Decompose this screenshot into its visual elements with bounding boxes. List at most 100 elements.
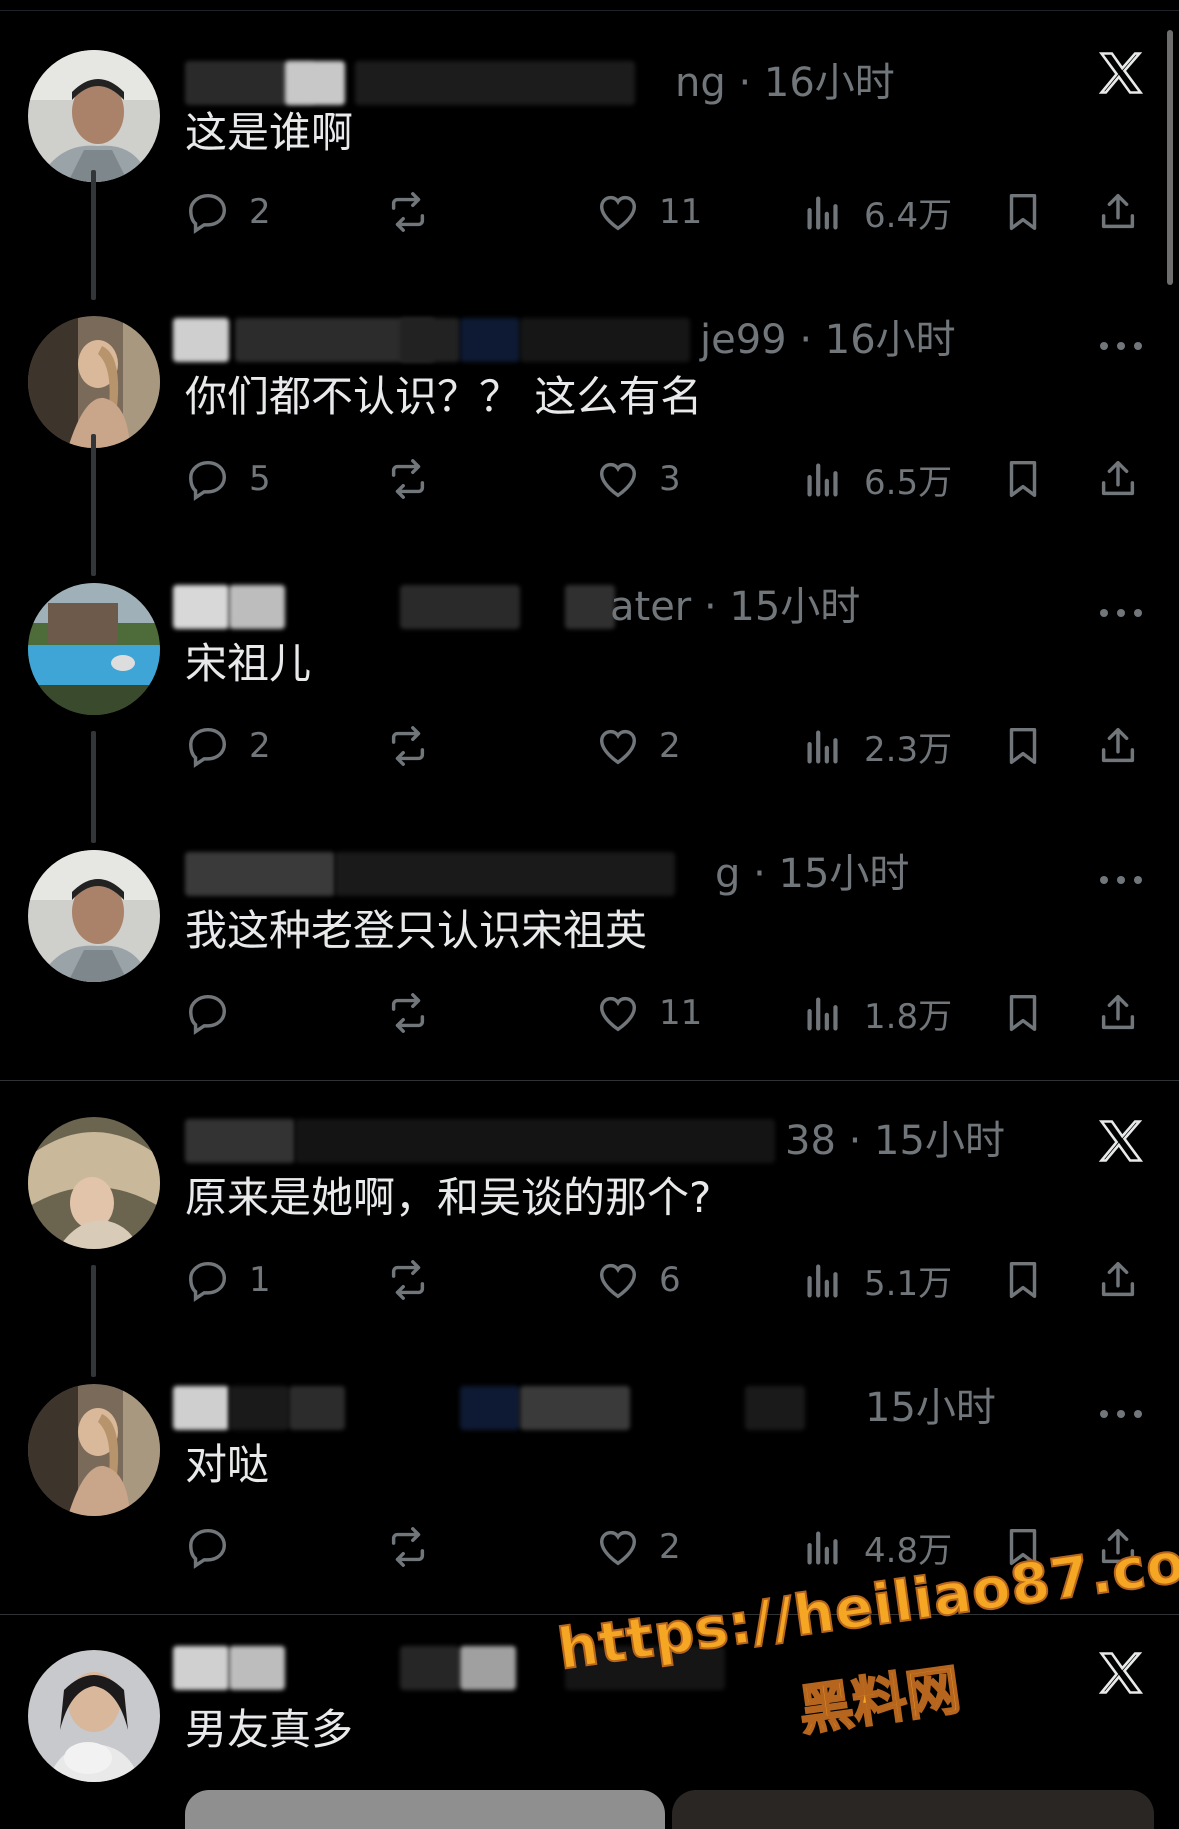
reply-count: 2 (249, 726, 271, 766)
more-icon[interactable] (1093, 318, 1149, 374)
share-button[interactable] (1095, 1250, 1141, 1310)
reply-button[interactable] (185, 1517, 249, 1577)
more-icon[interactable] (1093, 585, 1149, 641)
like-button[interactable]: 2 (595, 716, 681, 776)
views-icon (807, 1264, 838, 1298)
top-divider (0, 10, 1179, 11)
reply-button[interactable] (185, 983, 249, 1043)
retweet-icon (391, 993, 425, 1033)
tweet-item[interactable]: 38 · 15小时 原来是她啊，和吴谈的那个? 1 6 5.1万 (0, 1113, 1179, 1379)
like-button[interactable]: 11 (595, 182, 702, 242)
blurred-handle (400, 1646, 460, 1690)
retweet-icon (391, 1527, 425, 1567)
blurred-name (229, 1646, 285, 1690)
reply-button[interactable]: 2 (185, 716, 271, 776)
tweet-item[interactable]: ater · 15小时 宋祖儿 2 2 2.3万 (0, 579, 1179, 845)
blurred-name (173, 1646, 229, 1690)
thread-connector (91, 1265, 96, 1377)
bookmark-button[interactable] (1000, 716, 1046, 776)
more-icon[interactable] (1093, 1386, 1149, 1442)
tweet-text: 男友真多 (185, 1705, 354, 1754)
view-count: 6.4万 (864, 195, 953, 236)
retweet-button[interactable] (385, 1250, 431, 1310)
views-button[interactable]: 1.8万 (800, 983, 952, 1043)
reply-button[interactable]: 5 (185, 449, 271, 509)
heart-icon (599, 1530, 637, 1566)
like-button[interactable]: 3 (595, 449, 681, 509)
blurred-name (173, 585, 229, 629)
avatar[interactable] (28, 316, 160, 448)
views-button[interactable]: 2.3万 (800, 716, 952, 776)
tweet-text: 我这种老登只认识宋祖英 (185, 906, 648, 955)
action-bar: 1 6 5.1万 (185, 1250, 1155, 1310)
tweet-meta: ng · 16小时 (675, 60, 895, 106)
tweet-header: ater · 15小时 (173, 579, 1085, 635)
views-button[interactable]: 6.5万 (800, 449, 952, 509)
like-count: 11 (659, 993, 703, 1033)
tweet-meta: 38 · 15小时 (785, 1118, 1005, 1164)
reply-icon (189, 193, 227, 234)
views-button[interactable]: 6.4万 (800, 182, 952, 242)
retweet-button[interactable] (385, 449, 431, 509)
x-logo-icon (1093, 45, 1149, 101)
bookmark-icon (1009, 193, 1037, 231)
tweet-image[interactable] (672, 1790, 1154, 1829)
share-button[interactable] (1095, 716, 1141, 776)
blurred-handle (400, 585, 520, 629)
blurred-name (229, 585, 285, 629)
share-icon (1101, 727, 1135, 763)
tweet-item[interactable]: g · 15小时 我这种老登只认识宋祖英 11 1.8万 (0, 846, 1179, 1112)
retweet-button[interactable] (385, 1517, 431, 1577)
like-button[interactable]: 11 (595, 983, 702, 1043)
bookmark-button[interactable] (1000, 182, 1046, 242)
views-icon (807, 730, 838, 764)
like-count: 2 (659, 1527, 681, 1567)
like-count: 3 (659, 459, 681, 499)
avatar[interactable] (28, 1117, 160, 1249)
view-count: 1.8万 (864, 996, 953, 1037)
views-button[interactable]: 5.1万 (800, 1250, 952, 1310)
retweet-icon (391, 459, 425, 499)
share-button[interactable] (1095, 449, 1141, 509)
reply-thread-feed: ng · 16小时 这是谁啊 2 11 6.4万 je99 · 16小时 你们都… (0, 0, 1179, 1829)
like-button[interactable]: 2 (595, 1517, 681, 1577)
avatar[interactable] (28, 583, 160, 715)
like-button[interactable]: 6 (595, 1250, 681, 1310)
avatar[interactable] (28, 850, 160, 982)
action-bar: 2 11 6.4万 (185, 182, 1155, 242)
view-count: 5.1万 (864, 1263, 953, 1304)
tweet-text: 对哒 (185, 1440, 270, 1489)
share-button[interactable] (1095, 182, 1141, 242)
reply-button[interactable]: 2 (185, 182, 271, 242)
retweet-button[interactable] (385, 182, 431, 242)
avatar[interactable] (28, 1650, 160, 1782)
retweet-button[interactable] (385, 716, 431, 776)
avatar[interactable] (28, 1384, 160, 1516)
reply-count: 5 (249, 459, 271, 499)
avatar[interactable] (28, 50, 160, 182)
bookmark-icon (1009, 727, 1037, 765)
view-count: 2.3万 (864, 729, 953, 770)
thread-connector (91, 731, 96, 843)
retweet-icon (391, 726, 425, 766)
reply-button[interactable]: 1 (185, 1250, 271, 1310)
bookmark-button[interactable] (1000, 449, 1046, 509)
share-icon (1101, 460, 1135, 496)
bookmark-icon (1009, 994, 1037, 1032)
tweet-text: 宋祖儿 (185, 639, 312, 688)
tweet-item[interactable]: je99 · 16小时 你们都不认识？？ 这么有名 5 3 6.5万 (0, 312, 1179, 578)
bookmark-button[interactable] (1000, 983, 1046, 1043)
more-icon[interactable] (1093, 852, 1149, 908)
tweet-image[interactable] (185, 1790, 665, 1829)
share-button[interactable] (1095, 983, 1141, 1043)
bookmark-icon (1009, 460, 1037, 498)
bookmark-button[interactable] (1000, 1250, 1046, 1310)
heart-icon (599, 729, 637, 765)
heart-icon (599, 462, 637, 498)
reply-count: 2 (249, 192, 271, 232)
tweet-item[interactable]: ng · 16小时 这是谁啊 2 11 6.4万 (0, 45, 1179, 311)
bookmark-icon (1009, 1261, 1037, 1299)
retweet-button[interactable] (385, 983, 431, 1043)
action-bar: 5 3 6.5万 (185, 449, 1155, 509)
blurred-handle (460, 1386, 520, 1430)
